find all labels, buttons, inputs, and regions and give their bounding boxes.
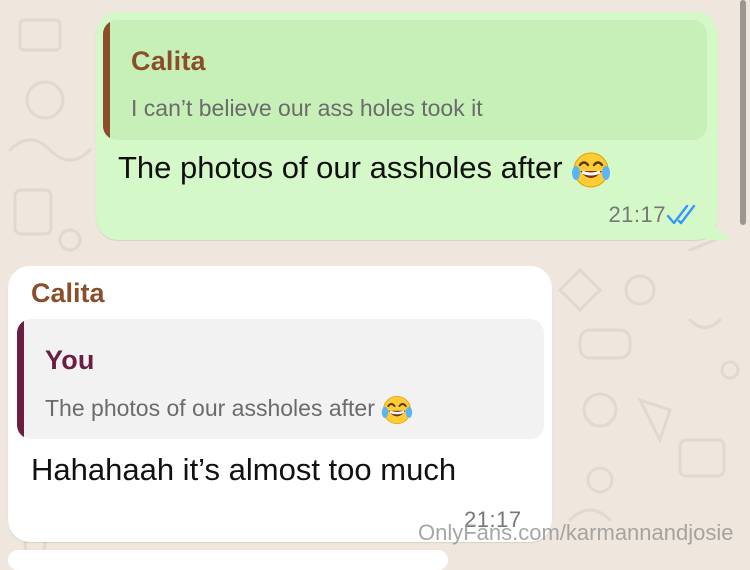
laughing-tears-emoji-icon — [572, 152, 611, 188]
quoted-author-name: You — [45, 345, 95, 375]
quote-accent-bar — [103, 20, 110, 140]
read-double-check-icon — [666, 204, 696, 225]
quoted-message-text: The photos of our assholes after — [45, 395, 375, 422]
incoming-message-bubble[interactable]: Calita You The photos of our assholes af… — [8, 266, 552, 542]
quoted-author-name: Calita — [131, 46, 206, 76]
quoted-reply[interactable]: Calita I can’t believe our ass holes too… — [103, 20, 707, 140]
sender-name: Calita — [31, 278, 105, 308]
outgoing-message-bubble[interactable]: Calita I can’t believe our ass holes too… — [96, 12, 732, 240]
quoted-message-text: I can’t believe our ass holes took it — [131, 95, 483, 121]
watermark-text: OnlyFans.com/karmannandjosie — [418, 520, 734, 545]
message-text-row: The photos of our assholes after — [118, 150, 611, 190]
scrollbar[interactable] — [740, 0, 746, 225]
message-timestamp: 21:17 — [608, 202, 666, 227]
message-text: Hahahaah it’s almost too much — [31, 452, 457, 487]
quoted-reply[interactable]: You The photos of our assholes after — [17, 319, 544, 439]
quote-accent-bar — [17, 319, 24, 439]
quoted-message-text-row: The photos of our assholes after — [45, 394, 413, 426]
laughing-tears-emoji-icon — [382, 396, 413, 424]
message-text: The photos of our assholes after — [118, 150, 563, 186]
next-message-bubble[interactable] — [8, 550, 448, 570]
